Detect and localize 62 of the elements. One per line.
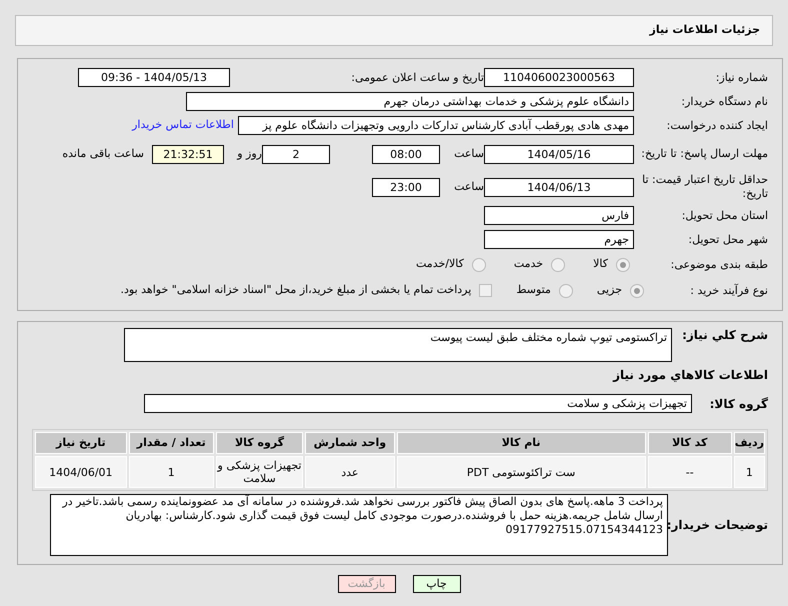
radio-label: جزیی <box>596 282 622 298</box>
need-number-field: 1104060023000563 <box>484 68 634 87</box>
buyer-contact-link[interactable]: اطلاعات تماس خریدار <box>132 117 234 134</box>
field-label: ایجاد کننده درخواست: <box>666 118 768 132</box>
radio-label: خدمت <box>514 256 544 272</box>
field-label: شرح کلي نياز: <box>681 328 768 342</box>
days-field: 2 <box>262 144 330 164</box>
field-label: مهلت ارسال پاسخ: تا تاریخ: <box>640 147 768 161</box>
column-header: واحد شمارش <box>305 432 395 454</box>
table-cell: ست تراکئوستومی PDT <box>396 456 646 488</box>
treasury-label: پرداخت تمام یا بخشی از مبلغ خرید،از محل "اسناد خزانه اسلامی" خواهد بود. <box>120 282 472 298</box>
field-label: توضیحات خریدار: <box>668 518 768 532</box>
category-label: طبقه بندی موضوعی: <box>670 258 768 272</box>
radio-label: متوسط <box>516 282 551 298</box>
remaining-time-field: 21:32:51 <box>152 144 224 164</box>
radio-button[interactable] <box>630 284 644 298</box>
table-cell: عدد <box>305 456 395 488</box>
radio-button[interactable] <box>616 258 630 272</box>
radio-button[interactable] <box>551 258 566 272</box>
deadline-time-field: 08:00 <box>372 144 440 164</box>
field-label: گروه کالا: <box>708 396 768 410</box>
table-cell: 1 <box>734 456 765 488</box>
buyer-org-field: دانشگاه علوم پزشکی و خدمات بهداشتی درمان جهرم <box>186 92 634 111</box>
field-label: استان محل تحویل: <box>680 208 768 222</box>
print-button[interactable]: چاپ <box>412 575 460 593</box>
deadline-date-field: 1404/05/16 <box>484 144 634 164</box>
city-field: جهرم <box>484 230 634 249</box>
field-label: حداقل تاریخ اعتبار قیمت: تا تاریخ: <box>641 173 768 201</box>
column-header: تعداد / مقدار <box>128 432 214 454</box>
radio-button[interactable] <box>558 284 573 298</box>
validity-time-field: 23:00 <box>372 178 440 196</box>
column-header: کد کالا <box>648 432 732 454</box>
column-header: ردیف <box>734 432 765 454</box>
radio-label: کالا <box>593 256 608 272</box>
announce-date-field: 1404/05/13 - 09:36 <box>78 68 230 87</box>
description-textarea[interactable]: تراکستومی تیوپ شماره مختلف طبق لیست پیوست <box>124 328 672 362</box>
column-header: نام کالا <box>396 432 646 454</box>
table-cell: 1 <box>128 456 214 488</box>
column-header: تاریخ نیاز <box>35 432 127 454</box>
time-label: ساعت <box>453 147 484 161</box>
remaining-label: ساعت باقی مانده <box>62 146 144 162</box>
validity-date-field: 1404/06/13 <box>484 178 634 196</box>
radio-button[interactable] <box>472 258 486 272</box>
announce-label: تاریخ و ساعت اعلان عمومی: <box>350 70 484 84</box>
table-cell: 1404/06/01 <box>35 456 127 488</box>
requester-field: مهدی هادی پورقطب آبادی کارشناس تدارکات دارویی وتجهیزات دانشگاه علوم پز <box>238 116 634 135</box>
radio-label: کالا/خدمت <box>416 256 464 272</box>
goods-group-field: تجهیزات پزشکی و سلامت <box>144 394 692 413</box>
table-cell: -- <box>648 456 732 488</box>
field-label: نوع فرآیند خرید : <box>689 284 768 298</box>
buyer-notes-textarea[interactable]: پرداخت 3 ماهه.پاسخ های بدون الصاق پیش فاکتور بررسی نخواهد شد.فروشنده در سامانه آی مد عضوونماینده رسمی باشد.تاخیر در ارسال شامل جریمه.هزینه حمل با فروشنده.درصورت موجودی کامل لیست فوق قیمت گذاری شود.کارشناس: بهادریان 09177927515.07154344123 <box>50 494 668 556</box>
province-field: فارس <box>484 206 634 225</box>
field-label: شهر محل تحویل: <box>687 232 768 246</box>
checkbox[interactable] <box>479 284 492 297</box>
field-label: نام دستگاه خریدار: <box>680 94 768 108</box>
column-header: گروه کالا <box>216 432 304 454</box>
field-label: شماره نیاز: <box>714 70 768 84</box>
page-title: جزئیات اطلاعات نیاز <box>650 22 760 38</box>
section-title: اطلاعات کالاهاي مورد نياز <box>612 367 768 384</box>
days-label: روز و <box>236 147 262 161</box>
table-cell: تجهیزات پزشکی و سلامت <box>216 456 304 488</box>
time-label: ساعت <box>453 180 484 194</box>
